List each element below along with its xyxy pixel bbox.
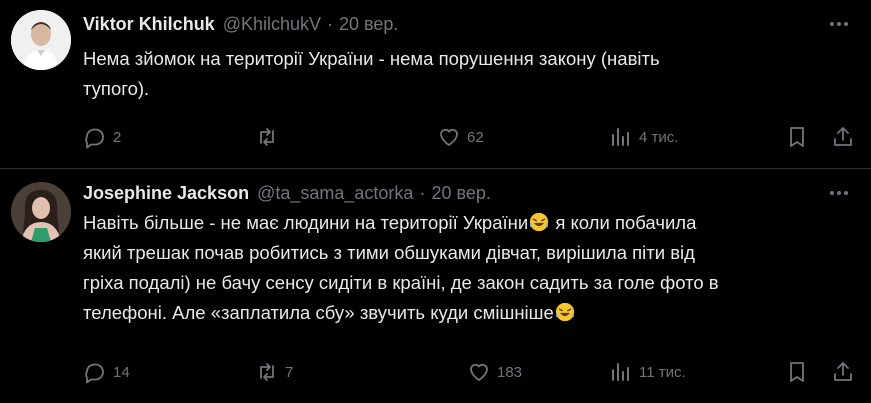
views-chart-icon — [612, 363, 629, 381]
reply-count: 2 — [113, 128, 122, 146]
reply-count: 14 — [113, 363, 130, 381]
share-button[interactable] — [831, 357, 855, 387]
tweet-text-segment: Навіть більше - не має людини на територ… — [83, 212, 529, 233]
display-name[interactable]: Josephine Jackson — [83, 183, 249, 204]
like-count: 62 — [467, 128, 484, 146]
separator-dot: · — [419, 182, 426, 203]
avatar-man-image — [11, 10, 71, 70]
view-count: 4 тис. — [639, 128, 679, 146]
display-name[interactable]: Viktor Khilchuk — [83, 14, 215, 35]
views-button[interactable]: 11 тис. — [609, 357, 686, 387]
action-bar: 2 62 4 тис. — [83, 122, 855, 152]
tweet-text-line: Нема зйомок на території України - нема … — [83, 48, 660, 69]
bookmark-icon — [790, 362, 804, 382]
tweet-text-line: який трешак почав робитись з тими обшука… — [83, 242, 695, 263]
views-button[interactable]: 4 тис. — [609, 122, 678, 152]
reply-button[interactable]: 14 — [83, 357, 130, 387]
bookmark-icon — [790, 127, 804, 147]
action-bar: 14 7 183 11 тис. — [83, 357, 855, 387]
views-chart-icon — [612, 128, 629, 146]
bookmark-button[interactable] — [785, 122, 809, 152]
like-button[interactable]: 183 — [467, 357, 522, 387]
more-dots-icon — [830, 22, 848, 26]
view-count: 11 тис. — [639, 363, 686, 381]
avatar-woman-image — [11, 182, 71, 242]
repost-count: 7 — [285, 363, 294, 381]
tweet-text: Нема зйомок на території України - нема … — [83, 44, 831, 104]
avatar[interactable] — [11, 182, 71, 242]
timestamp[interactable]: 20 вер. — [431, 183, 490, 204]
repost-icon — [260, 128, 274, 146]
reply-icon — [85, 363, 104, 384]
like-button[interactable]: 62 — [437, 122, 484, 152]
tweet-text-segment: телефоні. Але «заплатила сбу» звучить ку… — [83, 302, 554, 323]
tweet-header: Josephine Jackson @ta_sama_actorka · 20 … — [83, 180, 491, 206]
heart-icon — [440, 128, 458, 146]
repost-button[interactable] — [255, 122, 285, 152]
tweet-text-line: гріха подалі) не бачу сенсу сидіти в кра… — [83, 272, 719, 293]
repost-button[interactable]: 7 — [255, 357, 293, 387]
user-handle[interactable]: @KhilchukV — [223, 14, 321, 35]
tweet-viktor-khilchuk[interactable]: Viktor Khilchuk @KhilchukV · 20 вер. Нем… — [0, 0, 871, 169]
laughing-tears-emoji-icon — [555, 302, 574, 322]
tweet-text: Навіть більше - не має людини на територ… — [83, 208, 831, 328]
user-handle[interactable]: @ta_sama_actorka — [257, 183, 413, 204]
tweet-text-line: телефоні. Але «заплатила сбу» звучить ку… — [83, 298, 831, 328]
reply-button[interactable]: 2 — [83, 122, 121, 152]
share-icon — [834, 127, 852, 146]
tweet-header: Viktor Khilchuk @KhilchukV · 20 вер. — [83, 11, 398, 37]
tweet-text-line: тупого). — [83, 78, 150, 99]
separator-dot: · — [327, 13, 334, 34]
avatar[interactable] — [11, 10, 71, 70]
more-options-button[interactable] — [822, 10, 856, 38]
reply-icon — [85, 128, 104, 149]
repost-icon — [260, 363, 274, 381]
tweet-josephine-jackson[interactable]: Josephine Jackson @ta_sama_actorka · 20 … — [0, 169, 871, 403]
share-button[interactable] — [831, 122, 855, 152]
timestamp[interactable]: 20 вер. — [339, 14, 398, 35]
tweet-text-segment: я коли побачила — [550, 212, 697, 233]
bookmark-button[interactable] — [785, 357, 809, 387]
more-dots-icon — [830, 191, 848, 195]
heart-icon — [470, 363, 488, 381]
tweet-text-line: Навіть більше - не має людини на територ… — [83, 208, 831, 238]
like-count: 183 — [497, 363, 523, 381]
share-icon — [834, 362, 852, 381]
laughing-tears-emoji-icon — [530, 212, 549, 232]
more-options-button[interactable] — [822, 179, 856, 207]
